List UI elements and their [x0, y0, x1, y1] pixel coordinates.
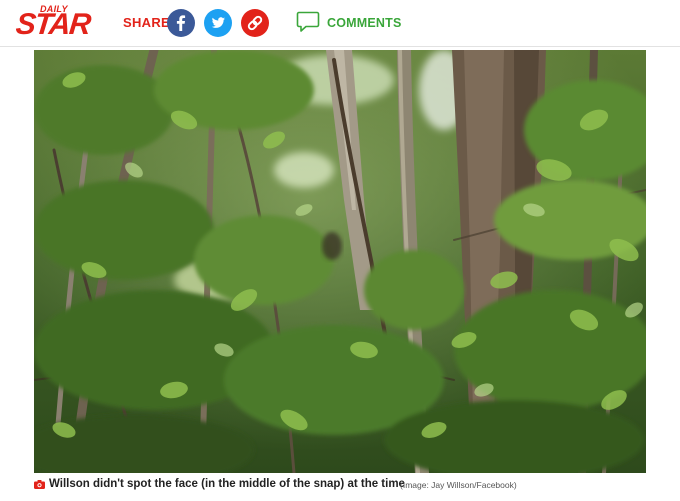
- link-icon: [247, 15, 263, 31]
- daily-star-logo[interactable]: DAILY STAR: [14, 4, 91, 42]
- image-credit: (Image: Jay Willson/Facebook): [400, 480, 517, 490]
- header-bar: DAILY STAR SHARE COMMENTS: [0, 0, 680, 47]
- facebook-share-button[interactable]: [167, 9, 195, 37]
- logo-star-text: STAR: [14, 8, 92, 41]
- share-label: SHARE: [123, 15, 171, 30]
- facebook-icon: [176, 15, 186, 31]
- article-photo: [34, 50, 646, 473]
- camera-icon: [34, 480, 45, 489]
- copy-link-button[interactable]: [241, 9, 269, 37]
- twitter-icon: [211, 17, 225, 28]
- photo-caption: Willson didn't spot the face (in the mid…: [34, 478, 674, 494]
- caption-text: Willson didn't spot the face (in the mid…: [49, 478, 405, 490]
- article-page: DAILY STAR SHARE COMMENTS Willson didn't…: [0, 0, 680, 501]
- twitter-share-button[interactable]: [204, 9, 232, 37]
- comments-link[interactable]: COMMENTS: [327, 16, 402, 30]
- comment-bubble-icon[interactable]: [296, 11, 320, 33]
- forest-scene-image: [34, 50, 646, 473]
